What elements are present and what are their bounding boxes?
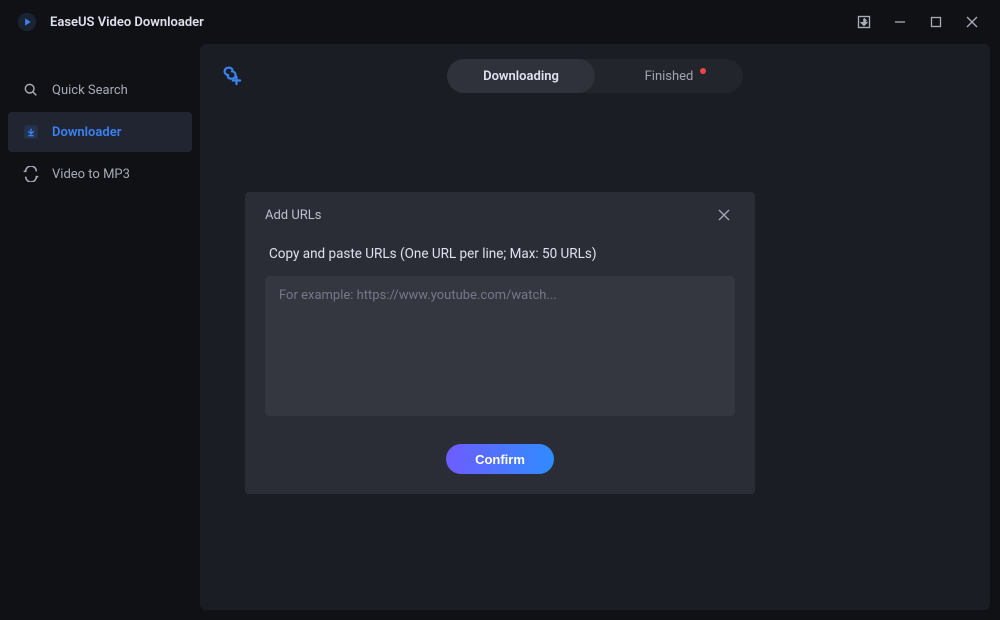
add-urls-icon[interactable] bbox=[220, 64, 244, 88]
sidebar-item-label: Downloader bbox=[52, 125, 121, 140]
sidebar-item-label: Quick Search bbox=[52, 83, 128, 98]
modal-title: Add URLs bbox=[265, 208, 322, 223]
confirm-button[interactable]: Confirm bbox=[446, 444, 554, 474]
minimize-button[interactable] bbox=[882, 7, 918, 37]
search-icon bbox=[22, 81, 40, 99]
close-button[interactable] bbox=[954, 7, 990, 37]
sidebar-item-downloader[interactable]: Downloader bbox=[8, 112, 192, 152]
url-input[interactable] bbox=[265, 276, 735, 416]
app-title: EaseUS Video Downloader bbox=[50, 15, 204, 30]
sidebar-item-quick-search[interactable]: Quick Search bbox=[8, 70, 192, 110]
tab-downloading[interactable]: Downloading bbox=[447, 59, 595, 93]
tab-label: Finished bbox=[645, 69, 694, 84]
tab-bar: Downloading Finished bbox=[447, 59, 743, 93]
titlebar: EaseUS Video Downloader bbox=[0, 0, 1000, 44]
convert-icon bbox=[22, 165, 40, 183]
notification-dot-icon bbox=[700, 68, 706, 74]
sidebar-item-label: Video to MP3 bbox=[52, 167, 130, 182]
window-controls bbox=[846, 7, 990, 37]
tab-label: Downloading bbox=[483, 69, 559, 84]
modal-close-button[interactable] bbox=[713, 204, 735, 226]
maximize-button[interactable] bbox=[918, 7, 954, 37]
modal-instruction: Copy and paste URLs (One URL per line; M… bbox=[265, 246, 735, 262]
sidebar: Quick Search Downloader Video to MP3 bbox=[0, 44, 200, 620]
app-logo-icon bbox=[16, 11, 38, 33]
gift-button[interactable] bbox=[846, 7, 882, 37]
sidebar-item-video-to-mp3[interactable]: Video to MP3 bbox=[8, 154, 192, 194]
download-icon bbox=[22, 123, 40, 141]
add-urls-modal: Add URLs Copy and paste URLs (One URL pe… bbox=[245, 192, 755, 494]
tab-finished[interactable]: Finished bbox=[595, 59, 743, 93]
